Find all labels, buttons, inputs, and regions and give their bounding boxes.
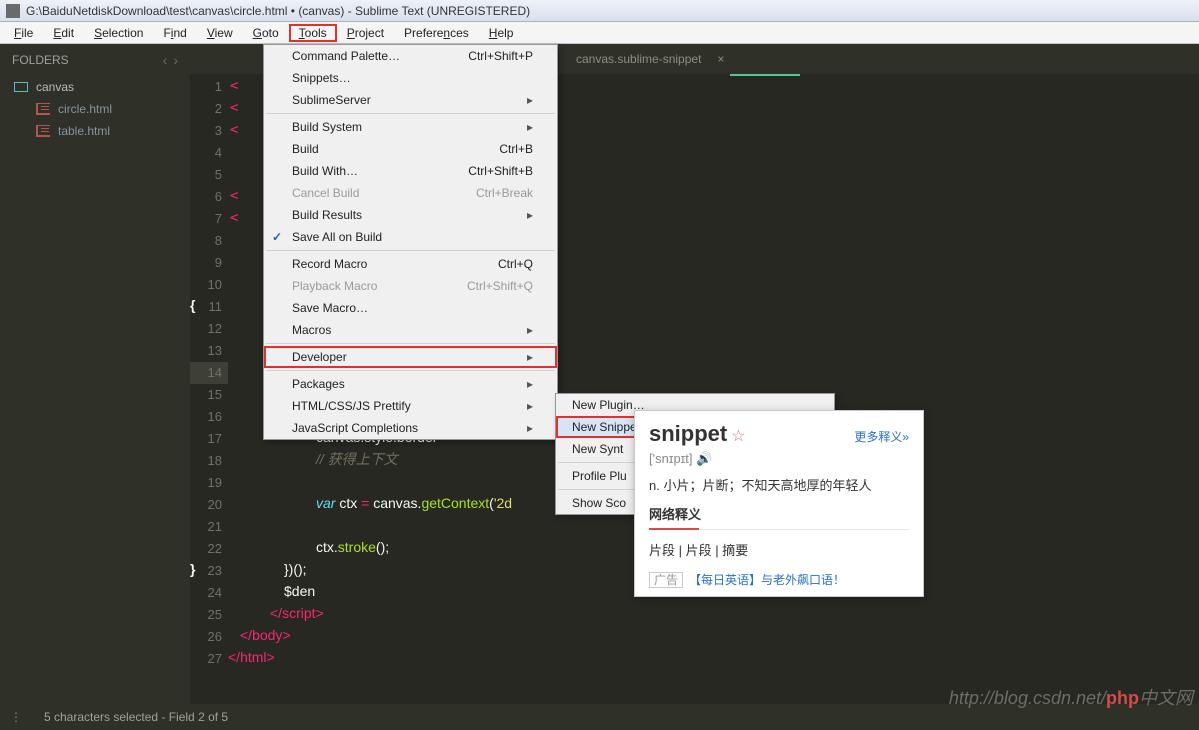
app-icon [6, 4, 20, 18]
folder-icon [14, 82, 28, 92]
dict-ad-link[interactable]: 【每日英语】与老外飙口语！ [689, 573, 845, 587]
tab-snippet[interactable]: canvas.sublime-snippet × [560, 46, 740, 72]
code-line-22: ctx.stroke(); [316, 536, 389, 559]
chevron-right-icon[interactable]: › [173, 52, 178, 68]
menu-sublimeserver[interactable]: SublimeServer▸ [264, 89, 557, 111]
menu-separator [266, 343, 555, 344]
menu-separator [266, 113, 555, 114]
window-title: G:\BaiduNetdiskDownload\test\canvas\circ… [26, 4, 530, 18]
menu-selection[interactable]: Selection [84, 24, 153, 42]
menu-preferences[interactable]: Preferences [394, 24, 479, 42]
code-brace-open: { [190, 294, 195, 317]
tab-active-underline [730, 74, 800, 76]
chevron-right-icon: ▸ [527, 377, 533, 391]
menu-file[interactable]: File [4, 24, 43, 42]
chevron-right-icon: ▸ [527, 120, 533, 134]
menu-find[interactable]: Find [153, 24, 196, 42]
dictionary-popup: snippet☆ 更多释义» ['snɪpɪt] 🔊 n. 小片；片断；不知天高… [634, 410, 924, 597]
dict-ad: 广告【每日英语】与老外飙口语！ [649, 571, 909, 588]
code-line-23: })(); [284, 558, 307, 581]
menu-project[interactable]: Project [337, 24, 394, 42]
menu-view[interactable]: View [197, 24, 243, 42]
menu-edit[interactable]: Edit [43, 24, 84, 42]
folder-label: canvas [36, 80, 74, 94]
dict-more-link[interactable]: 更多释义» [854, 428, 909, 445]
code-chevron: < [230, 100, 238, 116]
menu-macros[interactable]: Macros▸ [264, 319, 557, 341]
watermark: http://blog.csdn.net/php中文网 [949, 684, 1193, 710]
menu-packages[interactable]: Packages▸ [264, 373, 557, 395]
menu-save-all-on-build[interactable]: Save All on Build [264, 226, 557, 248]
menu-save-macro[interactable]: Save Macro… [264, 297, 557, 319]
chevron-right-icon: ▸ [527, 399, 533, 413]
file-icon [36, 103, 50, 115]
folder-row[interactable]: canvas [0, 76, 190, 98]
code-chevron: < [230, 122, 238, 138]
chevron-right-icon: ▸ [527, 323, 533, 337]
star-icon[interactable]: ☆ [731, 428, 745, 445]
dict-translations: 片段 | 片段 | 摘要 [649, 540, 909, 559]
sidebar-header: FOLDERS ‹› [0, 44, 190, 76]
file-label: circle.html [58, 102, 112, 116]
speaker-icon[interactable]: 🔊 [696, 451, 712, 466]
status-text: 5 characters selected - Field 2 of 5 [44, 710, 228, 724]
chevron-left-icon[interactable]: ‹ [163, 52, 168, 68]
code-chevron: < [230, 188, 238, 204]
dict-phonetic: ['snɪpɪt] 🔊 [649, 451, 909, 467]
menu-dots-icon[interactable]: ⋮ [10, 710, 24, 724]
code-line-27: </html> [228, 646, 275, 669]
menu-developer[interactable]: Developer▸ [264, 346, 557, 368]
dict-word: snippet [649, 421, 727, 446]
window-titlebar: G:\BaiduNetdiskDownload\test\canvas\circ… [0, 0, 1199, 22]
menu-help[interactable]: Help [479, 24, 524, 42]
dict-definition: n. 小片；片断；不知天高地厚的年轻人 [649, 475, 909, 494]
chevron-right-icon: ▸ [527, 350, 533, 364]
close-icon[interactable]: × [717, 52, 724, 66]
menu-build-with[interactable]: Build With…Ctrl+Shift+B [264, 160, 557, 182]
sidebar-title: FOLDERS [12, 53, 69, 67]
file-label: table.html [58, 124, 110, 138]
dict-net-title: 网络释义 [649, 504, 909, 530]
menu-build-system[interactable]: Build System▸ [264, 116, 557, 138]
code-line-18: // 获得上下文 [316, 448, 398, 471]
menu-command-palette[interactable]: Command Palette…Ctrl+Shift+P [264, 45, 557, 67]
menu-record-macro[interactable]: Record MacroCtrl+Q [264, 253, 557, 275]
sidebar: FOLDERS ‹› canvas circle.html table.html [0, 44, 190, 704]
menu-prettify[interactable]: HTML/CSS/JS Prettify▸ [264, 395, 557, 417]
chevron-right-icon: ▸ [527, 93, 533, 107]
menubar[interactable]: File Edit Selection Find View Goto Tools… [0, 22, 1199, 44]
menu-build-results[interactable]: Build Results▸ [264, 204, 557, 226]
menu-js-completions[interactable]: JavaScript Completions▸ [264, 417, 557, 439]
menu-playback-macro: Playback MacroCtrl+Shift+Q [264, 275, 557, 297]
chevron-right-icon: ▸ [527, 208, 533, 222]
code-line-20: var ctx = canvas.getContext('2d [316, 492, 512, 515]
menu-snippets[interactable]: Snippets… [264, 67, 557, 89]
code-chevron: < [230, 210, 238, 226]
file-row-table[interactable]: table.html [0, 120, 190, 142]
file-icon [36, 125, 50, 137]
sidebar-nav-arrows[interactable]: ‹› [157, 52, 178, 68]
menu-goto[interactable]: Goto [243, 24, 289, 42]
file-row-circle[interactable]: circle.html [0, 98, 190, 120]
chevron-right-icon: ▸ [527, 421, 533, 435]
code-line-26: </body> [240, 624, 291, 647]
tab-label: canvas.sublime-snippet [576, 52, 701, 66]
menu-build[interactable]: BuildCtrl+B [264, 138, 557, 160]
gutter: 123 456 789 101112 131415 161718 192021 … [190, 74, 228, 670]
menu-cancel-build: Cancel BuildCtrl+Break [264, 182, 557, 204]
code-line-25: </script> [270, 602, 324, 625]
menu-separator [266, 250, 555, 251]
code-line-24: $den [284, 580, 315, 603]
code-brace-close: } [190, 558, 195, 581]
main-area: FOLDERS ‹› canvas circle.html table.html… [0, 44, 1199, 704]
code-chevron: < [230, 78, 238, 94]
tools-menu[interactable]: Command Palette…Ctrl+Shift+P Snippets… S… [263, 44, 558, 440]
menu-tools[interactable]: Tools [289, 24, 337, 42]
menu-separator [266, 370, 555, 371]
